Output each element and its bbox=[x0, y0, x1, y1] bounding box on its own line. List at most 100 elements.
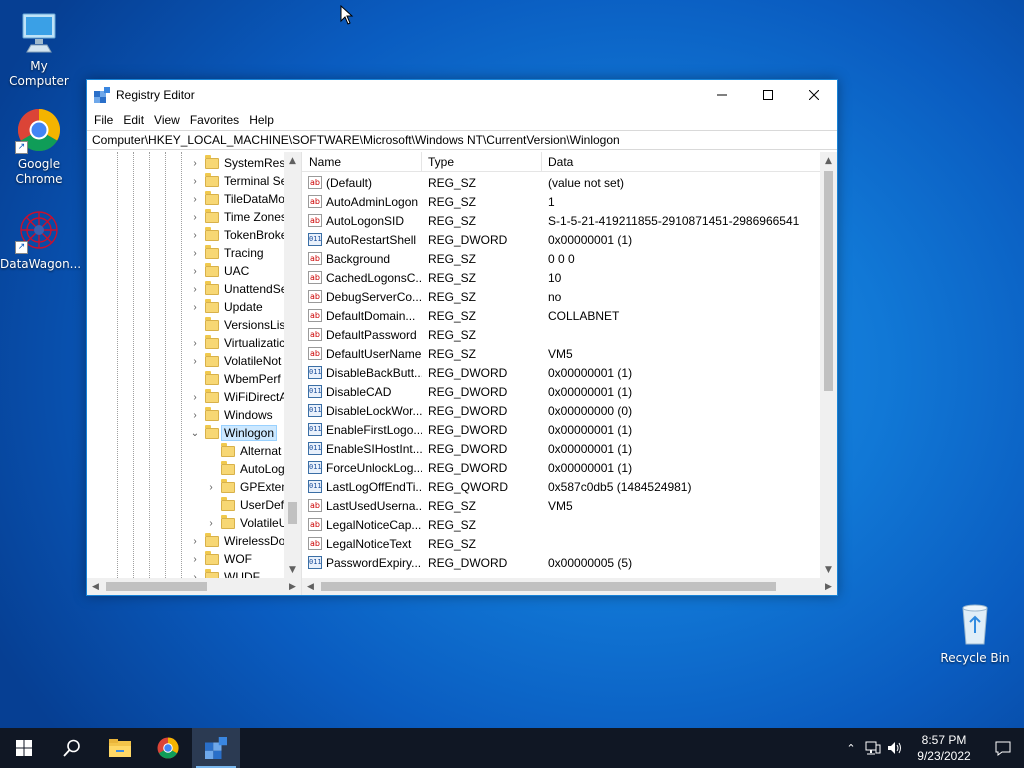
value-row[interactable]: 011 PasswordExpiry... REG_DWORD 0x00000005 … bbox=[302, 553, 820, 572]
tree-node[interactable]: ⌄ Winlogon bbox=[189, 424, 278, 442]
tree-node[interactable]: UserDef bbox=[205, 496, 284, 514]
expand-chevron-icon[interactable]: › bbox=[189, 284, 201, 295]
value-row[interactable]: 011 EnableFirstLogo... REG_DWORD 0x00000001… bbox=[302, 420, 820, 439]
scrollbar-thumb[interactable] bbox=[288, 502, 297, 524]
tree-node[interactable]: › UnattendSe bbox=[189, 280, 286, 298]
value-row[interactable]: ab Background REG_SZ 0 0 0 bbox=[302, 249, 820, 268]
list-vertical-scrollbar[interactable]: ▲ ▼ bbox=[820, 152, 837, 578]
tree-node[interactable]: › WOF bbox=[189, 550, 252, 568]
maximize-button[interactable] bbox=[745, 80, 791, 110]
expand-chevron-icon[interactable]: › bbox=[189, 410, 201, 421]
expand-chevron-icon[interactable]: › bbox=[189, 266, 201, 277]
scroll-up-icon[interactable]: ▲ bbox=[820, 152, 837, 169]
value-row[interactable]: ab DefaultPassword REG_SZ bbox=[302, 325, 820, 344]
value-row[interactable]: 011 EnableSIHostInt... REG_DWORD 0x00000001… bbox=[302, 439, 820, 458]
expand-chevron-icon[interactable]: › bbox=[205, 518, 217, 529]
values-list-pane[interactable]: Name Type Data ab (Default) REG_SZ (value n… bbox=[302, 152, 837, 595]
value-row[interactable]: 011 DisableCAD REG_DWORD 0x00000001 (1) bbox=[302, 382, 820, 401]
scrollbar-thumb[interactable] bbox=[321, 582, 776, 591]
tree-node[interactable]: Alternat bbox=[205, 442, 281, 460]
menu-help[interactable]: Help bbox=[245, 113, 278, 127]
column-header-data[interactable]: Data bbox=[542, 152, 573, 172]
expand-chevron-icon[interactable]: › bbox=[189, 392, 201, 403]
search-button[interactable] bbox=[48, 728, 96, 768]
desktop-icon-google-chrome[interactable]: ↗ Google Chrome bbox=[0, 106, 78, 187]
scroll-right-icon[interactable]: ▶ bbox=[284, 578, 301, 595]
expand-chevron-icon[interactable]: › bbox=[189, 554, 201, 565]
value-row[interactable]: ab LegalNoticeText REG_SZ bbox=[302, 534, 820, 553]
value-row[interactable]: ab LastUsedUserna... REG_SZ VM5 bbox=[302, 496, 820, 515]
tree-node[interactable]: › WiFiDirectA bbox=[189, 388, 286, 406]
expand-chevron-icon[interactable]: › bbox=[189, 356, 201, 367]
expand-chevron-icon[interactable]: › bbox=[189, 248, 201, 259]
taskbar-registry-editor[interactable] bbox=[192, 728, 240, 768]
address-bar[interactable]: Computer\HKEY_LOCAL_MACHINE\SOFTWARE\Mic… bbox=[87, 130, 837, 150]
start-button[interactable] bbox=[0, 728, 48, 768]
value-row[interactable]: ab DefaultUserName REG_SZ VM5 bbox=[302, 344, 820, 363]
value-row[interactable]: ab (Default) REG_SZ (value not set) bbox=[302, 173, 820, 192]
value-row[interactable]: ab AutoAdminLogon REG_SZ 1 bbox=[302, 192, 820, 211]
desktop-icon-recycle-bin[interactable]: Recycle Bin bbox=[936, 600, 1014, 666]
menu-file[interactable]: File bbox=[90, 113, 117, 127]
value-row[interactable]: 011 DisableLockWor... REG_DWORD 0x00000000 … bbox=[302, 401, 820, 420]
menu-view[interactable]: View bbox=[150, 113, 184, 127]
tree-node[interactable]: › Virtualizatic bbox=[189, 334, 285, 352]
menu-favorites[interactable]: Favorites bbox=[186, 113, 243, 127]
title-bar[interactable]: Registry Editor bbox=[87, 80, 837, 110]
network-icon[interactable] bbox=[862, 741, 884, 755]
scrollbar-thumb[interactable] bbox=[106, 582, 207, 591]
tree-node[interactable]: WbemPerf bbox=[189, 370, 281, 388]
desktop-icon-my-computer[interactable]: My Computer bbox=[0, 8, 78, 89]
key-tree-pane[interactable]: › SystemRest › Terminal Se › TileDataMo › Time … bbox=[87, 152, 302, 595]
expand-chevron-icon[interactable]: › bbox=[189, 302, 201, 313]
tree-node[interactable]: › Windows bbox=[189, 406, 273, 424]
tree-node[interactable]: › Terminal Se bbox=[189, 172, 286, 190]
tree-node[interactable]: › VolatileU bbox=[205, 514, 286, 532]
value-row[interactable]: 011 ForceUnlockLog... REG_DWORD 0x00000001 … bbox=[302, 458, 820, 477]
tree-node[interactable]: › SystemRest bbox=[189, 154, 286, 172]
scroll-left-icon[interactable]: ◀ bbox=[302, 578, 319, 595]
value-row[interactable]: ab DebugServerCo... REG_SZ no bbox=[302, 287, 820, 306]
scroll-down-icon[interactable]: ▼ bbox=[820, 561, 837, 578]
minimize-button[interactable] bbox=[699, 80, 745, 110]
scroll-right-icon[interactable]: ▶ bbox=[820, 578, 837, 595]
show-hidden-icons-chevron-up-icon[interactable]: ⌃ bbox=[840, 742, 862, 755]
collapse-chevron-icon[interactable]: ⌄ bbox=[189, 428, 201, 439]
tree-node[interactable]: › Tracing bbox=[189, 244, 264, 262]
scroll-left-icon[interactable]: ◀ bbox=[87, 578, 104, 595]
value-row[interactable]: 011 AutoRestartShell REG_DWORD 0x00000001 (… bbox=[302, 230, 820, 249]
taskbar-file-explorer[interactable] bbox=[96, 728, 144, 768]
column-header-type[interactable]: Type bbox=[422, 152, 542, 172]
column-header-name[interactable]: Name bbox=[302, 152, 422, 172]
expand-chevron-icon[interactable]: › bbox=[189, 176, 201, 187]
tree-node[interactable]: › TileDataMo bbox=[189, 190, 285, 208]
expand-chevron-icon[interactable]: › bbox=[189, 230, 201, 241]
scrollbar-thumb[interactable] bbox=[824, 171, 833, 391]
tree-node[interactable]: › UAC bbox=[189, 262, 249, 280]
close-button[interactable] bbox=[791, 80, 837, 110]
tree-node[interactable]: › VolatileNot bbox=[189, 352, 281, 370]
tree-node[interactable]: VersionsList bbox=[189, 316, 286, 334]
volume-icon[interactable] bbox=[884, 741, 906, 755]
expand-chevron-icon[interactable]: › bbox=[189, 338, 201, 349]
scroll-up-icon[interactable]: ▲ bbox=[284, 152, 301, 169]
value-row[interactable]: 011 DisableBackButt... REG_DWORD 0x00000001… bbox=[302, 363, 820, 382]
desktop-icon-datawagon[interactable]: ↗ DataWagon... bbox=[0, 206, 81, 272]
taskbar-chrome[interactable] bbox=[144, 728, 192, 768]
tree-vertical-scrollbar[interactable]: ▲ ▼ bbox=[284, 152, 301, 578]
tree-node[interactable]: › WUDF bbox=[189, 568, 260, 578]
value-row[interactable]: ab LegalNoticeCap... REG_SZ bbox=[302, 515, 820, 534]
tree-node[interactable]: › GPExten bbox=[205, 478, 286, 496]
tree-node[interactable]: AutoLog bbox=[205, 460, 285, 478]
tree-node[interactable]: › WirelessDo bbox=[189, 532, 285, 550]
expand-chevron-icon[interactable]: › bbox=[189, 194, 201, 205]
scroll-down-icon[interactable]: ▼ bbox=[284, 561, 301, 578]
value-row[interactable]: ab DefaultDomain... REG_SZ COLLABNET bbox=[302, 306, 820, 325]
notifications-button[interactable] bbox=[982, 728, 1024, 768]
value-row[interactable]: ab CachedLogonsC... REG_SZ 10 bbox=[302, 268, 820, 287]
tree-node[interactable]: › Time Zones bbox=[189, 208, 286, 226]
expand-chevron-icon[interactable]: › bbox=[189, 536, 201, 547]
expand-chevron-icon[interactable]: › bbox=[205, 482, 217, 493]
tree-node[interactable]: › TokenBroke bbox=[189, 226, 286, 244]
tree-horizontal-scrollbar[interactable]: ◀ ▶ bbox=[87, 578, 301, 595]
